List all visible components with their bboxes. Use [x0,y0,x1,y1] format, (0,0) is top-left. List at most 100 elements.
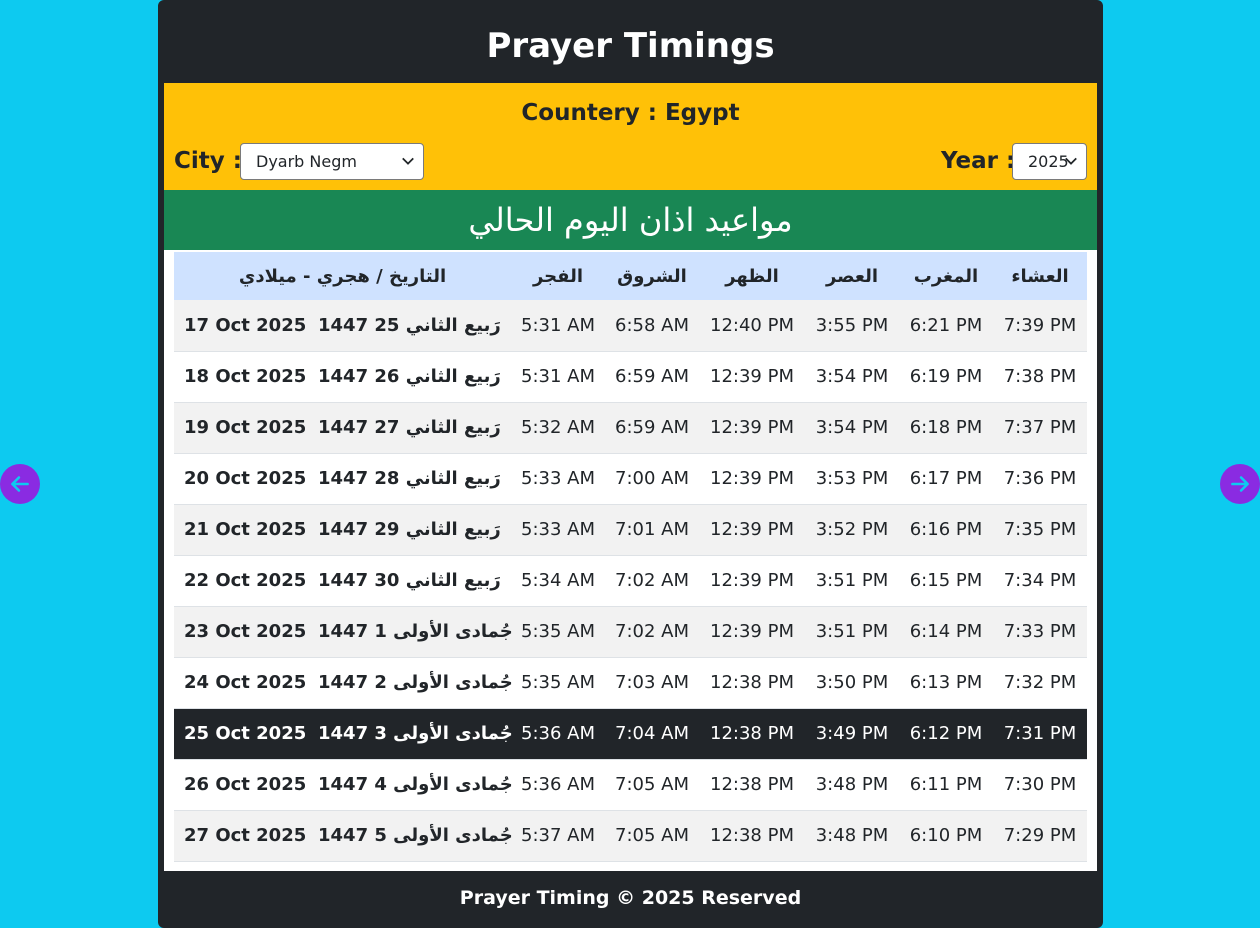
hijri-date: 1447 جُمادى الأولى 1 [318,621,513,642]
chevron-down-icon [402,157,414,165]
asr-time: 3:48 PM [815,825,889,846]
maghrib-time: 6:10 PM [909,825,983,846]
chevron-down-icon [1065,157,1077,165]
hijri-date: 1447 رَبيع الثاني 27 [318,417,501,438]
header-maghrib: المغرب [913,265,979,287]
maghrib-time: 6:16 PM [909,519,983,540]
table-row: 27 Oct 2025 1447 جُمادى الأولى 5 5:37 AM 7:… [174,810,1087,861]
table-row: 19 Oct 2025 1447 رَبيع الثاني 27 5:32 AM 6:… [174,402,1087,453]
date-cell: 25 Oct 2025 1447 جُمادى الأولى 3 [174,708,513,759]
table-row: 18 Oct 2025 1447 رَبيع الثاني 26 5:31 AM 6:… [174,351,1087,402]
dhuhr-time: 12:39 PM [710,519,794,540]
next-button[interactable] [1220,464,1260,504]
sunrise-time: 6:58 AM [615,314,689,336]
isha-time: 7:35 PM [1003,519,1077,540]
location-controls: Countery : Egypt City : Dyarb Negm Year … [164,83,1097,190]
dhuhr-time: 12:40 PM [710,314,794,336]
asr-time: 3:54 PM [815,417,889,438]
dhuhr-time: 12:38 PM [710,825,794,846]
header-asr: العصر [825,265,879,287]
asr-time: 3:51 PM [815,570,889,591]
date-cell: 24 Oct 2025 1447 جُمادى الأولى 2 [174,657,513,708]
sunrise-time: 7:02 AM [615,621,689,642]
maghrib-time: 6:11 PM [909,774,983,795]
sunrise-time: 6:59 AM [615,366,689,387]
isha-time: 7:39 PM [1003,314,1077,336]
hijri-date: 1447 جُمادى الأولى 2 [318,672,513,693]
fajr-time: 5:36 AM [521,774,595,795]
sunrise-time: 7:05 AM [615,825,689,846]
timings-table: التاريخ / هجري - ميلادي الفجر الشروق الظ… [174,252,1087,862]
date-cell: 20 Oct 2025 1447 رَبيع الثاني 28 [174,453,511,504]
hijri-date: 1447 رَبيع الثاني 30 [318,570,501,591]
asr-time: 3:51 PM [815,621,889,642]
fajr-time: 5:31 AM [521,314,595,336]
sunrise-time: 7:01 AM [615,519,689,540]
city-select-value: Dyarb Negm [256,152,357,171]
page-title: Prayer Timings [486,26,775,66]
gregorian-date: 22 Oct 2025 [184,570,307,591]
dhuhr-time: 12:39 PM [710,417,794,438]
dhuhr-time: 12:39 PM [710,468,794,489]
asr-time: 3:50 PM [815,672,889,693]
isha-time: 7:37 PM [1003,417,1077,438]
fajr-time: 5:36 AM [521,723,595,744]
table-row: 21 Oct 2025 1447 رَبيع الثاني 29 5:33 AM 7:… [174,504,1087,555]
dhuhr-time: 12:39 PM [710,366,794,387]
date-cell: 26 Oct 2025 1447 جُمادى الأولى 4 [174,759,513,810]
isha-time: 7:29 PM [1003,825,1077,846]
isha-time: 7:38 PM [1003,366,1077,387]
table-row: 17 Oct 2025 1447 رَبيع الثاني 25 5:31 AM 6:… [174,300,1087,351]
isha-time: 7:36 PM [1003,468,1077,489]
year-select[interactable]: 2025 [1012,143,1087,180]
table-row: 25 Oct 2025 1447 جُمادى الأولى 3 5:36 AM 7:… [174,708,1087,759]
asr-time: 3:52 PM [815,519,889,540]
header-isha: العشاء [1011,265,1069,287]
date-cell: 22 Oct 2025 1447 رَبيع الثاني 30 [174,555,511,606]
date-cell: 21 Oct 2025 1447 رَبيع الثاني 29 [174,504,511,555]
maghrib-time: 6:15 PM [909,570,983,591]
gregorian-date: 19 Oct 2025 [184,417,307,438]
gregorian-date: 20 Oct 2025 [184,468,307,489]
header-date: التاريخ / هجري - ميلادي [238,265,447,287]
header-dhuhr: الظهر [725,265,779,287]
gregorian-date: 24 Oct 2025 [184,672,307,693]
fajr-time: 5:31 AM [521,366,595,387]
table-row: 24 Oct 2025 1447 جُمادى الأولى 2 5:35 AM 7:… [174,657,1087,708]
date-cell: 23 Oct 2025 1447 جُمادى الأولى 1 [174,606,513,657]
asr-time: 3:49 PM [815,723,889,744]
fajr-time: 5:37 AM [521,825,595,846]
dhuhr-time: 12:38 PM [710,672,794,693]
fajr-time: 5:35 AM [521,621,595,642]
city-select[interactable]: Dyarb Negm [240,143,424,180]
table-row: 26 Oct 2025 1447 جُمادى الأولى 4 5:36 AM 7:… [174,759,1087,810]
footer-text: Prayer Timing © 2025 Reserved [459,887,802,909]
prev-button[interactable] [0,464,40,504]
dhuhr-time: 12:39 PM [710,621,794,642]
date-cell: 17 Oct 2025 1447 رَبيع الثاني 25 [174,300,511,351]
maghrib-time: 6:13 PM [909,672,983,693]
fajr-time: 5:35 AM [521,672,595,693]
dhuhr-time: 12:39 PM [710,570,794,591]
maghrib-time: 6:19 PM [909,366,983,387]
hijri-date: 1447 رَبيع الثاني 25 [318,314,501,336]
asr-time: 3:48 PM [815,774,889,795]
hijri-date: 1447 رَبيع الثاني 26 [318,366,501,387]
gregorian-date: 25 Oct 2025 [184,723,307,744]
maghrib-time: 6:21 PM [909,314,983,336]
city-label: City : [174,148,242,174]
isha-time: 7:32 PM [1003,672,1077,693]
date-cell: 19 Oct 2025 1447 رَبيع الثاني 27 [174,402,511,453]
gregorian-date: 27 Oct 2025 [184,825,307,846]
prayer-card: Prayer Timings Countery : Egypt City : D… [158,0,1103,928]
arrow-right-icon [1231,476,1249,492]
sunrise-time: 7:02 AM [615,570,689,591]
asr-time: 3:55 PM [815,314,889,336]
hijri-date: 1447 جُمادى الأولى 4 [318,774,513,795]
sunrise-time: 7:03 AM [615,672,689,693]
isha-time: 7:33 PM [1003,621,1077,642]
dhuhr-time: 12:38 PM [710,723,794,744]
isha-time: 7:31 PM [1003,723,1077,744]
maghrib-time: 6:14 PM [909,621,983,642]
gregorian-date: 23 Oct 2025 [184,621,307,642]
